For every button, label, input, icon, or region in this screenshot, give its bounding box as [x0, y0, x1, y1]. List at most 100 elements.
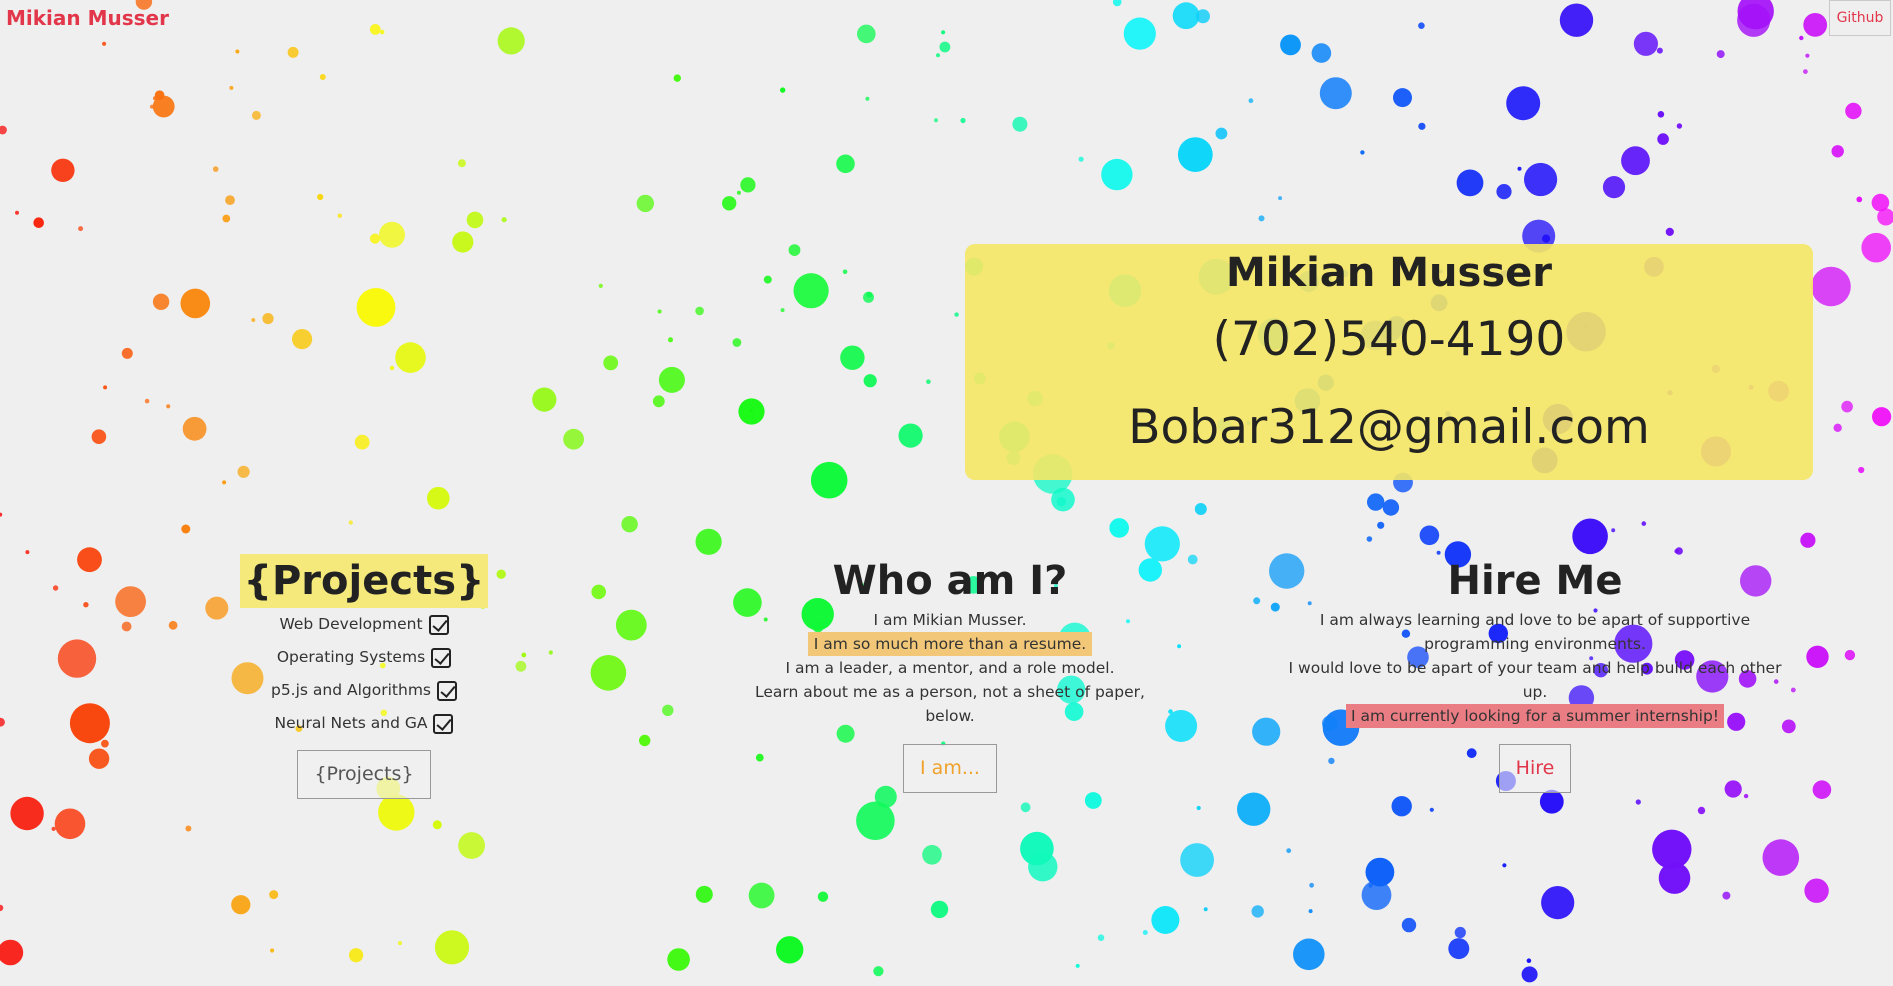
particle-dot [1366, 536, 1373, 542]
particle-dot [776, 936, 804, 964]
particle-dot [1762, 839, 1800, 876]
particle-dot [1657, 133, 1669, 145]
hire-line: I would love to be apart of your team an… [1288, 659, 1782, 701]
particle-dot [1196, 9, 1210, 24]
i-am-button[interactable]: I am... [903, 744, 997, 793]
particle-dot [1319, 77, 1352, 110]
particle-dot [1833, 423, 1842, 432]
particle-dot [1196, 805, 1201, 811]
particle-dot [251, 110, 261, 120]
particle-dot [501, 217, 507, 223]
github-button[interactable]: Github [1829, 0, 1891, 36]
particle-dot [1454, 926, 1466, 939]
particle-dot [636, 194, 654, 213]
brand-title[interactable]: Mikian Musser [6, 6, 169, 30]
particle-dot [1858, 466, 1865, 474]
particle-dot [1251, 905, 1264, 918]
particle-dot [515, 660, 527, 672]
particle-dot [840, 345, 865, 370]
particle-dot [941, 30, 946, 35]
particle-dot [842, 269, 848, 275]
particle-dot [591, 584, 606, 600]
particle-dot [348, 520, 353, 525]
particle-dot [1871, 193, 1890, 212]
particle-dot [1559, 3, 1594, 37]
particle-dot [1621, 146, 1650, 176]
particle-dot [1293, 938, 1325, 971]
particle-dot [205, 596, 229, 620]
hire-highlight-line: I am currently looking for a summer inte… [1345, 704, 1724, 728]
particle-dot [1151, 906, 1180, 934]
particle-dot [1172, 2, 1200, 30]
particle-dot [317, 193, 324, 201]
particle-dot [1012, 116, 1028, 132]
particle-dot [1418, 22, 1425, 30]
particle-dot [1278, 196, 1283, 201]
particle-dot [269, 890, 279, 900]
particle-dot [103, 385, 108, 390]
particle-dot [379, 221, 405, 248]
checkbox-checked-icon[interactable] [437, 680, 457, 701]
particle-dot [212, 166, 219, 172]
hire-button[interactable]: Hire [1498, 744, 1572, 793]
particle-dot [667, 948, 690, 971]
particle-dot [521, 652, 527, 658]
checkbox-checked-icon[interactable] [433, 713, 454, 734]
particle-dot [1697, 806, 1706, 815]
contact-name: Mikian Musser [1226, 250, 1552, 296]
projects-section: {Projects} Web Development Operating Sys… [228, 554, 500, 799]
project-item-neural-nets: Neural Nets and GA [228, 707, 500, 740]
particle-dot [101, 739, 109, 748]
particle-dot [1020, 831, 1054, 866]
particle-dot [1112, 0, 1122, 7]
particle-dot [1524, 162, 1558, 197]
contact-phone: (702)540-4190 [1212, 312, 1566, 367]
particle-dot [1194, 503, 1207, 515]
particle-dot [1252, 717, 1281, 746]
particle-dot [1360, 150, 1365, 155]
particle-dot [856, 801, 895, 841]
particle-dot [121, 621, 132, 632]
particle-dot [397, 941, 403, 946]
particle-dot [1611, 528, 1616, 533]
particle-dot [1401, 917, 1417, 933]
who-title: Who am I? [832, 558, 1068, 604]
particle-dot [1177, 137, 1213, 173]
particle-dot [1799, 35, 1804, 41]
particle-dot [657, 309, 662, 314]
project-item-label: Operating Systems [276, 648, 426, 666]
particle-dot [780, 308, 785, 313]
particle-dot [69, 703, 110, 744]
particle-dot [1097, 934, 1105, 941]
particle-dot [695, 885, 713, 903]
particle-dot [395, 342, 426, 373]
particle-dot [740, 177, 756, 193]
particle-dot [1674, 548, 1679, 554]
project-item-web-development: Web Development [228, 608, 500, 641]
particle-dot [1803, 69, 1808, 74]
particle-dot [1308, 909, 1313, 914]
particle-dot [88, 748, 110, 769]
particle-dot [1177, 644, 1182, 649]
particle-dot [1526, 958, 1532, 963]
particle-dot [168, 620, 178, 630]
projects-button[interactable]: {Projects} [297, 750, 431, 799]
particle-dot [1676, 123, 1683, 129]
particle-dot [1743, 793, 1749, 799]
particle-dot [1806, 645, 1829, 668]
particle-dot [1393, 88, 1412, 108]
particle-dot [91, 429, 107, 445]
checkbox-checked-icon[interactable] [428, 614, 449, 635]
checkbox-checked-icon[interactable] [431, 647, 452, 668]
particle-dot [652, 395, 665, 408]
particle-dot [222, 214, 231, 223]
particle-background [0, 0, 1893, 983]
particle-dot [863, 291, 874, 303]
particle-dot [292, 329, 313, 350]
particle-dot [356, 288, 396, 327]
particle-dot [1665, 227, 1674, 236]
particle-dot [793, 273, 829, 309]
particle-dot [1084, 792, 1102, 809]
particle-dot [863, 374, 877, 388]
particle-dot [237, 465, 250, 478]
